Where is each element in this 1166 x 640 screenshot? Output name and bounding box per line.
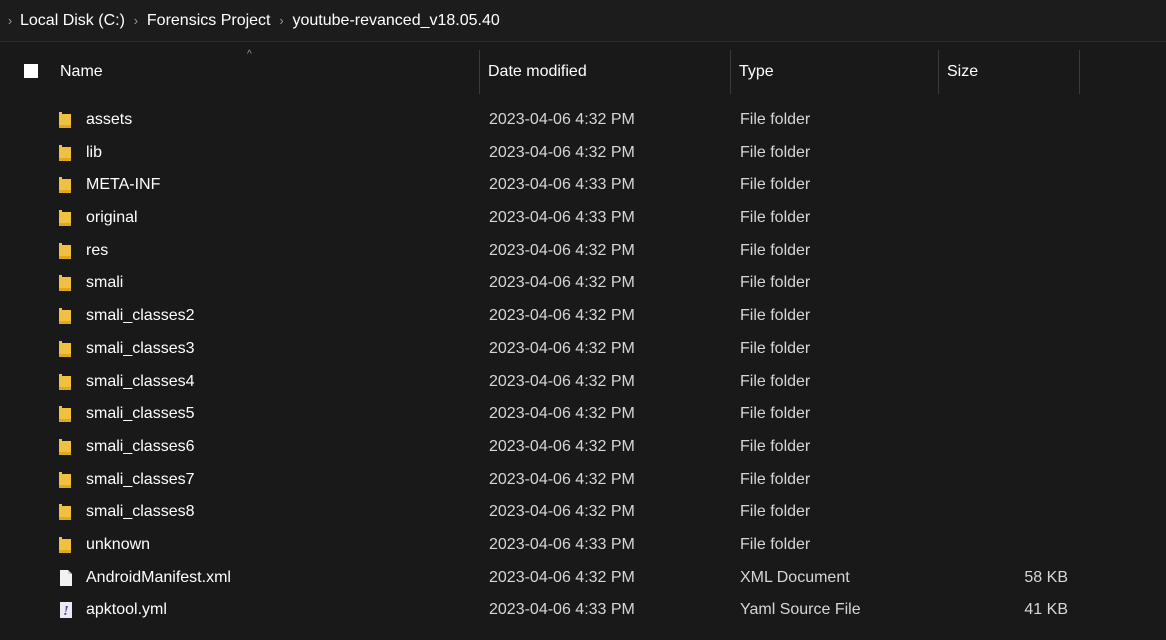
- file-row[interactable]: AndroidManifest.xml 2023-04-06 4:32 PM XML…: [0, 562, 1166, 595]
- column-header-row: ^ Name Date modified Type Size: [0, 50, 1166, 94]
- folder-icon: [57, 503, 75, 521]
- file-name: smali: [86, 274, 124, 292]
- file-name: smali_classes7: [86, 470, 195, 488]
- file-type: File folder: [740, 503, 811, 521]
- folder-icon: [57, 471, 75, 489]
- folder-icon: [57, 307, 75, 325]
- file-type: File folder: [740, 405, 811, 423]
- file-type: File folder: [740, 437, 811, 455]
- chevron-right-icon[interactable]: ›: [125, 13, 147, 28]
- file-date-modified: 2023-04-06 4:32 PM: [489, 274, 635, 292]
- file-row[interactable]: smali_classes6 2023-04-06 4:32 PM File fol…: [0, 431, 1166, 464]
- file-type: XML Document: [740, 568, 850, 586]
- file-name: smali_classes8: [86, 503, 195, 521]
- file-date-modified: 2023-04-06 4:32 PM: [489, 241, 635, 259]
- file-type: File folder: [740, 535, 811, 553]
- file-size: 58 KB: [1024, 568, 1068, 586]
- chevron-right-icon[interactable]: ›: [0, 13, 20, 28]
- file-type: File folder: [740, 274, 811, 292]
- file-date-modified: 2023-04-06 4:33 PM: [489, 601, 635, 619]
- file-row[interactable]: res 2023-04-06 4:32 PM File folder: [0, 235, 1166, 268]
- folder-icon: [57, 144, 75, 162]
- folder-icon: [57, 536, 75, 554]
- breadcrumb-item-current-folder[interactable]: youtube-revanced_v18.05.40: [293, 12, 500, 30]
- column-divider[interactable]: [1079, 50, 1080, 94]
- xml-file-icon: [57, 569, 75, 587]
- column-header-size[interactable]: Size: [939, 50, 1080, 94]
- folder-icon: [57, 111, 75, 129]
- file-date-modified: 2023-04-06 4:32 PM: [489, 372, 635, 390]
- file-name: smali_classes4: [86, 372, 195, 390]
- chevron-right-icon[interactable]: ›: [271, 13, 293, 28]
- breadcrumb-item-forensics-project[interactable]: Forensics Project: [147, 12, 271, 30]
- select-all-checkbox[interactable]: [24, 64, 38, 78]
- column-header-name[interactable]: Name: [52, 50, 480, 94]
- file-row[interactable]: smali_classes8 2023-04-06 4:32 PM File fol…: [0, 496, 1166, 529]
- folder-icon: [57, 340, 75, 358]
- file-list: assets 2023-04-06 4:32 PM File folder lib 20…: [0, 104, 1166, 627]
- folder-icon: [57, 242, 75, 260]
- breadcrumb-item-local-disk[interactable]: Local Disk (C:): [20, 12, 125, 30]
- folder-icon: [57, 209, 75, 227]
- file-name: smali_classes3: [86, 339, 195, 357]
- file-row[interactable]: smali_classes2 2023-04-06 4:32 PM File fol…: [0, 300, 1166, 333]
- file-size: 41 KB: [1024, 601, 1068, 619]
- file-date-modified: 2023-04-06 4:32 PM: [489, 470, 635, 488]
- file-row[interactable]: smali 2023-04-06 4:32 PM File folder: [0, 267, 1166, 300]
- file-name: smali_classes6: [86, 437, 195, 455]
- file-name: unknown: [86, 535, 151, 553]
- file-row[interactable]: smali_classes4 2023-04-06 4:32 PM File fol…: [0, 366, 1166, 399]
- file-name: assets: [86, 111, 133, 128]
- file-type: File folder: [740, 307, 811, 325]
- file-date-modified: 2023-04-06 4:33 PM: [489, 209, 635, 227]
- file-type: File folder: [740, 176, 811, 194]
- folder-icon: [57, 438, 75, 456]
- file-name: AndroidManifest.xml: [86, 568, 231, 586]
- file-date-modified: 2023-04-06 4:33 PM: [489, 176, 635, 194]
- file-type: File folder: [740, 241, 811, 259]
- file-date-modified: 2023-04-06 4:33 PM: [489, 535, 635, 553]
- file-row[interactable]: smali_classes3 2023-04-06 4:32 PM File fol…: [0, 333, 1166, 366]
- folder-icon: [57, 176, 75, 194]
- file-date-modified: 2023-04-06 4:32 PM: [489, 568, 635, 586]
- file-row[interactable]: assets 2023-04-06 4:32 PM File folder: [0, 104, 1166, 137]
- file-type: File folder: [740, 143, 811, 161]
- file-row[interactable]: smali_classes5 2023-04-06 4:32 PM File fol…: [0, 398, 1166, 431]
- file-name: original: [86, 209, 138, 227]
- file-name: smali_classes2: [86, 307, 195, 325]
- column-header-date-modified[interactable]: Date modified: [480, 50, 731, 94]
- file-type: File folder: [740, 339, 811, 357]
- file-row[interactable]: unknown 2023-04-06 4:33 PM File folder: [0, 529, 1166, 562]
- svg-text:!: !: [63, 604, 68, 618]
- folder-icon: [57, 274, 75, 292]
- file-date-modified: 2023-04-06 4:32 PM: [489, 143, 635, 161]
- breadcrumb: › Local Disk (C:) › Forensics Project › …: [0, 0, 1166, 42]
- file-type: File folder: [740, 372, 811, 390]
- file-name: META-INF: [86, 176, 161, 194]
- folder-icon: [57, 373, 75, 391]
- file-row[interactable]: original 2023-04-06 4:33 PM File folder: [0, 202, 1166, 235]
- file-row[interactable]: META-INF 2023-04-06 4:33 PM File folder: [0, 169, 1166, 202]
- file-date-modified: 2023-04-06 4:32 PM: [489, 307, 635, 325]
- folder-icon: [57, 405, 75, 423]
- file-type: Yaml Source File: [740, 601, 861, 619]
- file-type: File folder: [740, 470, 811, 488]
- file-date-modified: 2023-04-06 4:32 PM: [489, 437, 635, 455]
- column-header-type[interactable]: Type: [731, 50, 939, 94]
- file-row[interactable]: smali_classes7 2023-04-06 4:32 PM File fol…: [0, 464, 1166, 497]
- file-type: File folder: [740, 111, 811, 128]
- file-type: File folder: [740, 209, 811, 227]
- file-date-modified: 2023-04-06 4:32 PM: [489, 111, 635, 128]
- yaml-file-icon: !: [57, 601, 75, 619]
- file-name: res: [86, 241, 109, 259]
- file-name: smali_classes5: [86, 405, 195, 423]
- file-date-modified: 2023-04-06 4:32 PM: [489, 405, 635, 423]
- file-name: lib: [86, 143, 103, 161]
- file-name: apktool.yml: [86, 601, 167, 619]
- file-date-modified: 2023-04-06 4:32 PM: [489, 339, 635, 357]
- file-date-modified: 2023-04-06 4:32 PM: [489, 503, 635, 521]
- file-row[interactable]: ! apktool.yml 2023-04-06 4:33 PM Yaml Sourc…: [0, 594, 1166, 627]
- file-row[interactable]: lib 2023-04-06 4:32 PM File folder: [0, 137, 1166, 170]
